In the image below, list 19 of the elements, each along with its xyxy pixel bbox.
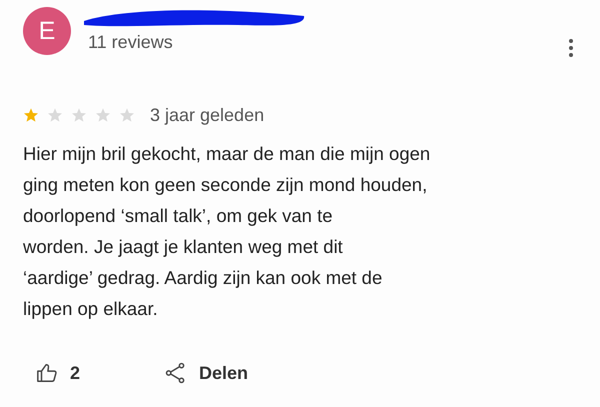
avatar: E [23,7,71,55]
like-button[interactable]: 2 [36,362,80,384]
star-icon [119,107,135,123]
star-icon [47,107,63,123]
review-text: Hier mijn bril gekocht, maar de man die mijn ogen [23,142,432,166]
thumbs-up-icon [36,362,58,384]
star-icon [23,107,39,123]
more-icon[interactable] [568,38,574,58]
review-text: ‘aardige’ gedrag. Aardig zijn kan ook met de [23,266,384,290]
share-icon [165,362,188,384]
review-text: ging meten kon geen seconde zijn mond houden, [23,173,428,197]
review-text: lippen op elkaar. [23,297,159,321]
review-text: worden. Je jaagt je klanten weg met dit [23,235,344,259]
share-button[interactable]: Delen [165,362,248,384]
review-text: doorlopend ‘small talk’, om gek van te [23,204,334,228]
star-icon [95,107,111,123]
star-icon [71,107,87,123]
review-date: 3 jaar geleden [150,104,264,126]
review-count: 11 reviews [88,32,174,53]
